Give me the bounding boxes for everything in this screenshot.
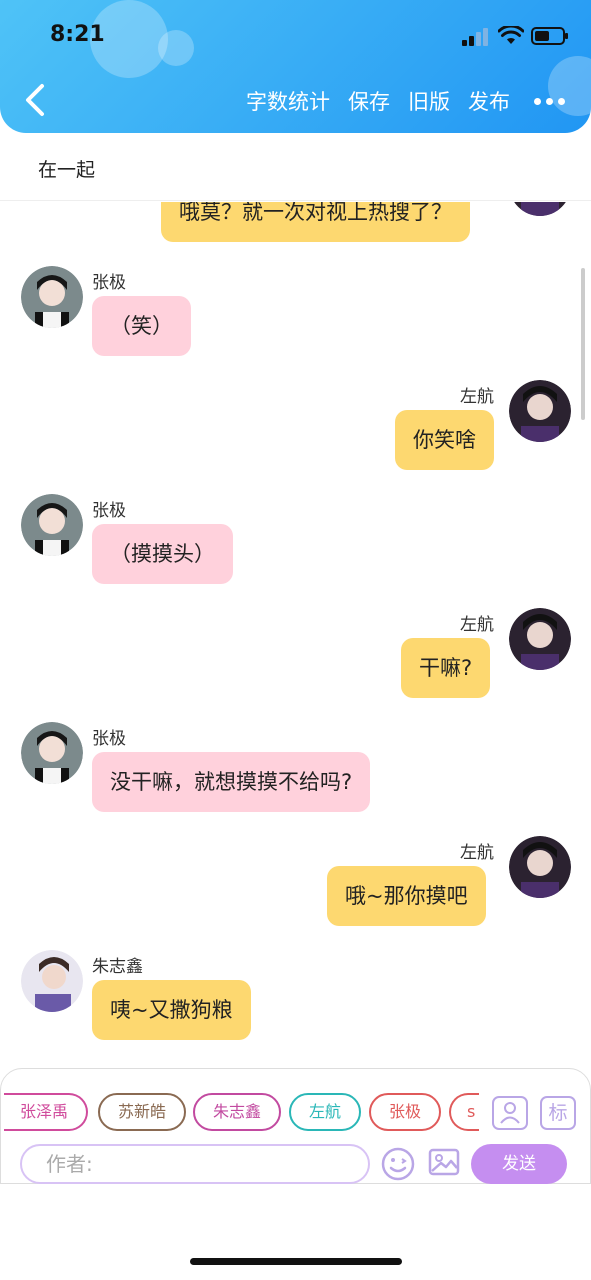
avatar-zuohang xyxy=(509,836,571,898)
chat-bubble: 咦~又撒狗粮 xyxy=(92,980,251,1040)
publish-button[interactable]: 发布 xyxy=(468,86,510,116)
avatar-zhangji xyxy=(21,266,83,328)
image-icon[interactable] xyxy=(428,1146,460,1178)
top-bar: 8:21 字数统计 保存 旧版 发布 xyxy=(0,0,591,133)
sender-name: 左航 xyxy=(460,387,494,407)
tag-icon[interactable]: 标 xyxy=(540,1096,576,1130)
sender-name: 张极 xyxy=(92,501,126,521)
avatar-zhangji xyxy=(21,722,83,784)
character-chip[interactable]: 朱志鑫 xyxy=(193,1093,282,1131)
emoji-icon[interactable] xyxy=(380,1146,416,1182)
character-chip[interactable]: 苏新皓 xyxy=(98,1093,187,1131)
avatar-zuohang xyxy=(509,380,571,442)
story-title-row: 在一起 xyxy=(0,133,591,201)
header-actions: 字数统计 保存 旧版 发布 xyxy=(246,86,565,116)
cell-signal-icon xyxy=(462,28,492,46)
home-indicator[interactable] xyxy=(190,1258,402,1265)
battery-icon xyxy=(531,27,568,45)
save-button[interactable]: 保存 xyxy=(348,86,390,116)
sender-name: 朱志鑫 xyxy=(92,957,143,977)
character-chip[interactable]: s xyxy=(449,1093,479,1131)
avatar-zuohang xyxy=(509,608,571,670)
sender-name: 张极 xyxy=(92,729,126,749)
chat-bubble: 干嘛? xyxy=(401,638,491,698)
back-arrow-icon[interactable] xyxy=(20,82,50,118)
avatar-zuohang xyxy=(509,202,571,216)
old-version-button[interactable]: 旧版 xyxy=(408,86,450,116)
word-count-button[interactable]: 字数统计 xyxy=(246,86,330,116)
chat-bubble: 你笑啥 xyxy=(395,410,494,470)
person-icon[interactable] xyxy=(492,1096,528,1130)
character-chip[interactable]: 左航 xyxy=(289,1093,362,1131)
chat-bubble: （笑） xyxy=(92,296,191,356)
wifi-icon xyxy=(498,26,524,44)
sender-name: 张极 xyxy=(92,273,126,293)
chat-bubble: （摸摸头） xyxy=(92,524,233,584)
chat-list[interactable]: 哦莫？就一次对视上热搜了？ 张极 （笑） 左航 你笑啥 张极 （摸摸头） 左航 … xyxy=(0,202,591,1072)
send-button[interactable]: 发送 xyxy=(471,1144,567,1184)
sender-name: 左航 xyxy=(460,843,494,863)
author-input[interactable]: 作者: xyxy=(20,1144,370,1184)
character-chip[interactable]: 张泽禹 xyxy=(4,1093,89,1131)
chat-bubble: 没干嘛，就想摸摸不给吗? xyxy=(92,752,371,812)
more-options-icon[interactable] xyxy=(534,97,565,105)
chat-bubble: 哦莫？就一次对视上热搜了？ xyxy=(161,202,470,242)
decorative-bubble xyxy=(158,30,194,66)
sender-name: 左航 xyxy=(460,615,494,635)
avatar-zhangji xyxy=(21,494,83,556)
story-title[interactable]: 在一起 xyxy=(38,155,95,182)
status-time: 8:21 xyxy=(50,22,105,47)
chat-scrollbar[interactable] xyxy=(581,268,585,420)
character-chip[interactable]: 张极 xyxy=(369,1093,442,1131)
avatar-zhuzhixin xyxy=(21,950,83,1012)
chat-bubble: 哦~那你摸吧 xyxy=(327,866,486,926)
chat-editor-screen: 8:21 字数统计 保存 旧版 发布 在一起 哦莫？就一次对视上热搜了？ 张极 … xyxy=(0,0,591,1280)
